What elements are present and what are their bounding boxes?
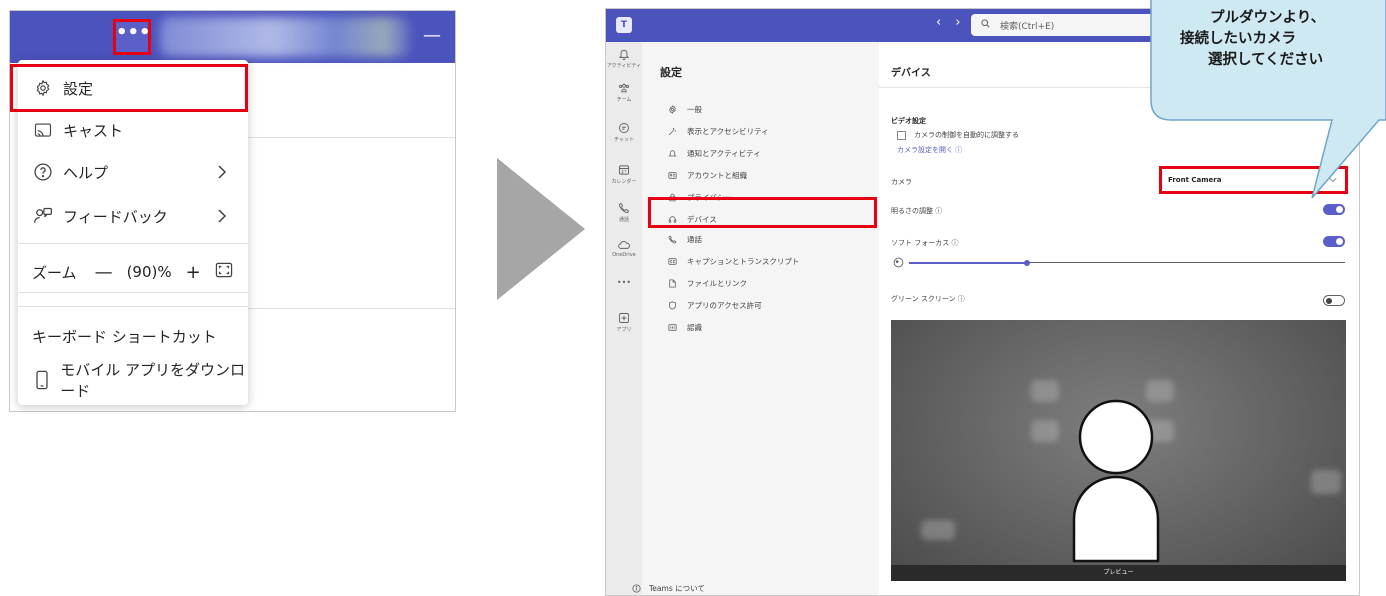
- search-icon: [981, 19, 990, 31]
- rail-calendar[interactable]: カレンダー: [606, 164, 642, 185]
- zoom-control: ズーム — (90)% +: [18, 252, 248, 292]
- callout-line: 接続したいカメラ: [1180, 31, 1296, 47]
- person-silhouette-icon: [1072, 399, 1160, 563]
- callout-line: プルダウンより、: [1210, 10, 1326, 26]
- info-icon: [632, 584, 641, 593]
- bell-icon: [618, 49, 630, 60]
- menu-item-label: フィードバック: [63, 207, 168, 226]
- calendar-icon: [619, 165, 629, 175]
- video-settings-heading: ビデオ設定: [891, 117, 926, 125]
- zoom-label: ズーム: [32, 263, 77, 282]
- nav-app-permissions[interactable]: アプリのアクセス許可: [668, 296, 762, 314]
- camera-label: カメラ: [891, 178, 912, 186]
- rail-activity[interactable]: アクティビティ: [606, 48, 642, 69]
- id-card-icon: [668, 171, 677, 179]
- add-apps-icon: [619, 313, 629, 323]
- more-options-button[interactable]: •••: [113, 19, 151, 55]
- callout-line: 選択してください: [1208, 52, 1324, 68]
- soft-focus-toggle[interactable]: [1323, 236, 1345, 247]
- menu-item-cast[interactable]: キャスト: [18, 110, 248, 150]
- rail-teams[interactable]: チーム: [606, 82, 642, 103]
- nav-recognition[interactable]: 認識: [668, 318, 702, 336]
- green-screen-toggle[interactable]: [1323, 295, 1345, 306]
- auto-adjust-checkbox[interactable]: カメラの制御を自動的に調整する: [897, 130, 1019, 140]
- history-nav[interactable]: ‹›: [936, 15, 974, 30]
- menu-item-label: ヘルプ: [63, 163, 109, 182]
- rail-more[interactable]: •••: [606, 278, 642, 287]
- nav-captions[interactable]: キャプションとトランスクリプト: [668, 252, 799, 270]
- cloud-icon: [618, 241, 630, 249]
- rail-onedrive[interactable]: OneDrive: [606, 240, 642, 258]
- menu-item-keyboard-shortcuts[interactable]: キーボード ショートカット: [18, 316, 248, 356]
- phone-icon: [618, 202, 630, 214]
- content-title: デバイス: [891, 68, 931, 79]
- callout-text: プルダウンより、 接続したいカメラ 選択してください: [1172, 8, 1386, 71]
- divider: [240, 137, 455, 138]
- blurred-profile-area: [160, 17, 410, 57]
- gear-icon: [669, 104, 676, 114]
- zoom-in-button[interactable]: +: [186, 262, 201, 283]
- help-icon: [32, 161, 54, 183]
- nav-account[interactable]: アカウントと組織: [668, 166, 747, 184]
- sparkle-icon: [668, 127, 676, 135]
- soft-focus-label: ソフト フォーカス ⓘ: [891, 239, 959, 247]
- rail-apps[interactable]: アプリ: [606, 312, 642, 333]
- menu-divider: [18, 306, 248, 307]
- file-icon: [669, 278, 676, 288]
- zoom-out-button[interactable]: —: [95, 262, 113, 283]
- phone-icon: [668, 235, 677, 243]
- green-screen-label: グリーン スクリーン ⓘ: [891, 295, 965, 303]
- chat-icon: [619, 123, 629, 133]
- slider-fill: [909, 261, 1027, 264]
- bell-icon: [668, 149, 677, 156]
- shield-icon: [669, 300, 676, 310]
- about-teams-link[interactable]: Teams について: [632, 583, 705, 594]
- menu-item-feedback[interactable]: フィードバック: [18, 196, 248, 236]
- phone-icon: [32, 369, 51, 391]
- teams-icon: [619, 83, 629, 93]
- soft-focus-icon: [893, 257, 904, 268]
- nav-display[interactable]: 表示とアクセシビリティ: [668, 122, 769, 140]
- menu-item-help[interactable]: ヘルプ: [18, 152, 248, 192]
- slider-thumb[interactable]: [1024, 260, 1030, 266]
- chevron-right-icon: [218, 165, 227, 179]
- cast-icon: [32, 119, 54, 141]
- menu-item-label: キャスト: [63, 121, 124, 140]
- open-camera-settings-link[interactable]: カメラ設定を開く ⓘ: [897, 145, 962, 155]
- rail-calls[interactable]: 通話: [606, 202, 642, 223]
- nav-notifications[interactable]: 通知とアクティビティ: [668, 144, 761, 162]
- rail-chat[interactable]: チャット: [606, 122, 642, 143]
- divider: [240, 308, 455, 309]
- minimize-button[interactable]: —: [417, 21, 447, 51]
- recognition-icon: [668, 323, 677, 331]
- menu-divider: [18, 243, 248, 244]
- feedback-icon: [32, 205, 54, 227]
- settings-highlight-box: [10, 64, 248, 112]
- menu-divider: [18, 292, 248, 293]
- teams-logo-icon: T: [616, 17, 632, 33]
- search-placeholder: 検索(Ctrl+E): [1000, 21, 1055, 32]
- soft-focus-slider[interactable]: [893, 257, 1345, 269]
- nav-calls[interactable]: 通話: [668, 230, 702, 248]
- fullscreen-icon[interactable]: [215, 262, 233, 282]
- captions-icon: [668, 257, 677, 265]
- preview-label: プレビュー: [891, 565, 1346, 581]
- nav-files[interactable]: ファイルとリンク: [668, 274, 747, 292]
- nav-general[interactable]: 一般: [668, 100, 702, 118]
- right-arrow-icon: [497, 158, 585, 300]
- devices-highlight-box: [648, 197, 877, 228]
- chevron-right-icon: [218, 209, 227, 223]
- brightness-label: 明るさの調整 ⓘ: [891, 207, 943, 215]
- zoom-value: (90)%: [126, 263, 172, 281]
- app-rail: アクティビティ チーム チャット カレンダー 通話 OneDrive ••• ア…: [606, 42, 642, 595]
- camera-preview: プレビュー: [891, 320, 1346, 581]
- settings-title: 設定: [660, 66, 682, 79]
- menu-item-label: モバイル アプリをダウンロード: [60, 361, 246, 400]
- checkbox-box[interactable]: [897, 130, 906, 140]
- menu-item-label: キーボード ショートカット: [32, 327, 217, 346]
- settings-nav: 設定 一般 表示とアクセシビリティ 通知とアクティビティ アカウントと組織 プラ…: [642, 42, 879, 595]
- menu-item-download-mobile[interactable]: モバイル アプリをダウンロード: [18, 360, 248, 400]
